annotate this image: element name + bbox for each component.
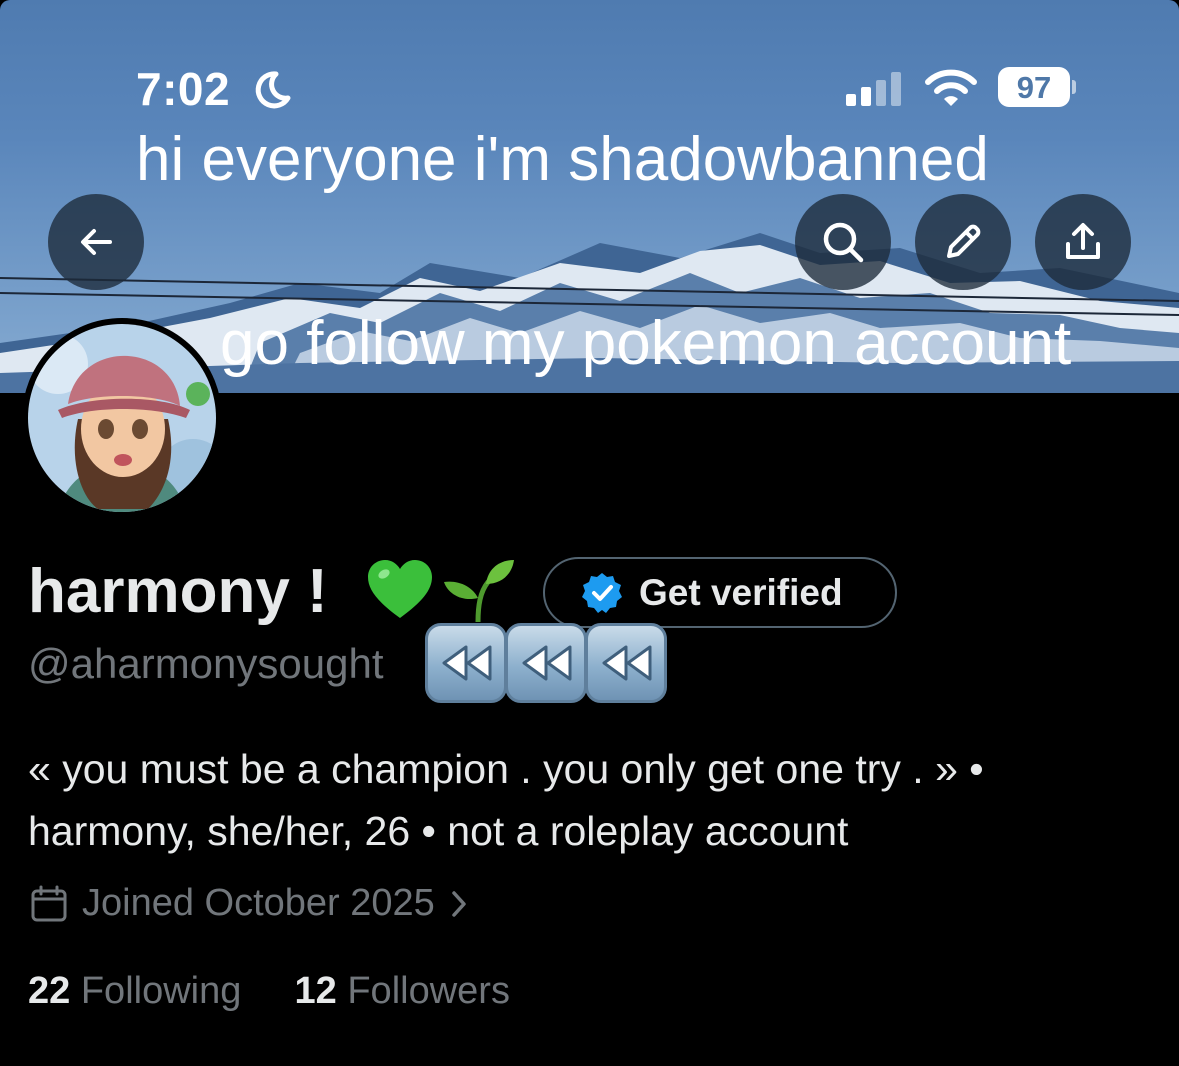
chevron-right-icon [452, 890, 466, 917]
follow-stats: 22 Following 12 Followers [28, 970, 510, 1013]
wifi-icon [925, 69, 977, 106]
share-button[interactable] [1035, 194, 1131, 290]
joined-date-text: Joined October 2025 [82, 882, 435, 924]
followers-label: Followers [347, 970, 510, 1012]
get-verified-label: Get verified [639, 571, 843, 613]
following-link[interactable]: 22 Following [28, 970, 252, 1012]
following-label: Following [80, 970, 242, 1012]
rewind-icon [522, 645, 572, 681]
back-button[interactable] [48, 194, 144, 290]
banner-text-line-2: go follow my pokemon account [220, 309, 1072, 378]
followers-count: 12 [294, 970, 337, 1012]
bio-line-1: « you must be a champion . you only get … [28, 746, 984, 792]
search-icon [823, 222, 864, 263]
profile-bio: « you must be a champion . you only get … [28, 738, 1158, 862]
display-name: harmony ! [28, 557, 328, 626]
banner-text-line-1: hi everyone i'm shadowbanned [136, 125, 989, 194]
rewind-emoji [585, 623, 667, 703]
edit-button[interactable] [915, 194, 1011, 290]
share-icon [1066, 223, 1100, 259]
rewind-icon [442, 645, 492, 681]
pencil-icon [947, 224, 981, 258]
rewind-emoji [505, 623, 587, 703]
rewind-emoji [425, 623, 507, 703]
search-button[interactable] [795, 194, 891, 290]
battery-level: 97 [1016, 70, 1052, 105]
joined-date-row[interactable]: Joined October 2025 [30, 882, 469, 925]
get-verified-button[interactable]: Get verified [543, 557, 897, 628]
calendar-icon [31, 885, 67, 921]
status-time: 7:02 [136, 63, 231, 115]
user-handle: @aharmonysought [28, 640, 384, 687]
seedling-emoji [444, 560, 514, 622]
back-arrow-icon [81, 229, 112, 255]
following-count: 22 [28, 970, 71, 1012]
rewind-icon [602, 645, 652, 681]
avatar-image [28, 324, 216, 512]
battery-icon: 97 [998, 67, 1076, 107]
verified-badge-icon [582, 572, 622, 613]
bio-line-2: harmony, she/her, 26 • not a roleplay ac… [28, 808, 849, 854]
moon-icon [255, 71, 291, 109]
followers-link[interactable]: 12 Followers [295, 970, 510, 1012]
green-heart-emoji [368, 560, 432, 618]
cellular-signal-icon [846, 72, 901, 106]
profile-avatar[interactable] [22, 318, 222, 518]
